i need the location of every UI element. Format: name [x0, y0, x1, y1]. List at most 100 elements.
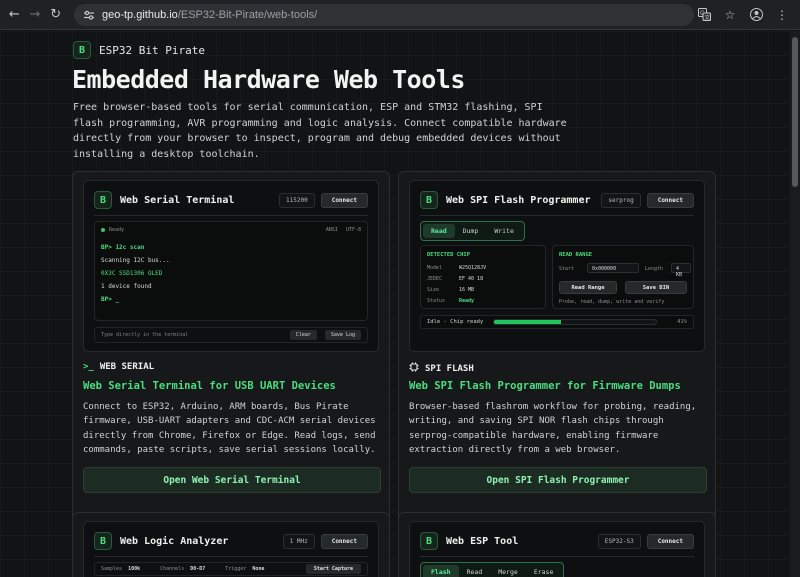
connect-button[interactable]: Connect	[646, 533, 694, 549]
translate-icon[interactable]: G文	[694, 5, 714, 25]
read-range-panel: READ RANGE Start 0x000000 Length 4 KB Re…	[552, 245, 694, 309]
tab-flash[interactable]: Flash	[423, 565, 459, 577]
save-bin-button[interactable]: Save BIN	[625, 281, 687, 294]
back-icon[interactable]: ←	[4, 4, 25, 26]
spi-preview: B Web SPI Flash Programmer serprog Conne…	[409, 180, 705, 352]
chip-size: Size 16 MB	[427, 287, 475, 293]
tab-write[interactable]: Write	[486, 224, 522, 238]
progress-row: Idle - Chip ready 41%	[420, 315, 694, 329]
samples-label: Samples	[101, 566, 123, 572]
browser-toolbar: ← → ↻ geo-tp.github.io/ESP32-Bit-Pirate/…	[0, 0, 800, 30]
brand-name: ESP32 Bit Pirate	[99, 43, 205, 57]
encoding-label: UTF-8	[345, 227, 361, 233]
programmer-badge: serprog	[601, 192, 641, 208]
card-spi-flash: B Web SPI Flash Programmer serprog Conne…	[398, 171, 716, 531]
trigger-label: Trigger	[225, 566, 247, 572]
start-address-input[interactable]: 0x000000	[587, 263, 639, 273]
chip-jedec: JEDEC EF 40 18	[427, 276, 484, 282]
length-input[interactable]: 4 KB	[671, 263, 691, 278]
terminal-icon: >_	[83, 362, 94, 372]
connect-button[interactable]: Connect	[646, 192, 694, 208]
ansi-label: ANSI	[325, 227, 338, 233]
card-title[interactable]: Web SPI Flash Programmer for Firmware Du…	[409, 380, 681, 392]
preview-logo: B	[420, 191, 438, 209]
terminal-line: BP> _	[101, 296, 120, 303]
page-content: B ESP32 Bit Pirate Embedded Hardware Web…	[0, 31, 790, 577]
preview-logo: B	[94, 532, 112, 550]
forward-icon[interactable]: →	[25, 4, 46, 26]
divider	[420, 556, 694, 557]
bookmark-star-icon[interactable]: ☆	[720, 5, 740, 25]
terminal-input[interactable]: Type directly in the terminal Clear Save…	[94, 327, 368, 343]
tab-dump[interactable]: Dump	[455, 224, 487, 238]
terminal-input-placeholder: Type directly in the terminal	[101, 332, 189, 338]
page-scrollbar[interactable]	[790, 31, 800, 577]
progress-bar	[493, 319, 658, 325]
scrollbar-thumb[interactable]	[792, 37, 798, 187]
connect-button[interactable]: Connect	[320, 192, 368, 208]
sample-rate-badge: 1 MHz	[282, 533, 315, 549]
url-host: geo-tp.github.io	[101, 8, 178, 21]
terminal-window: Ready ANSI UTF-8 BP> i2c scan Scanning I…	[94, 221, 368, 321]
esp-preview: B Web ESP Tool ESP32-S3 Connect Flash Re…	[409, 521, 705, 577]
category-text: SPI FLASH	[425, 363, 474, 374]
preview-title: Web Serial Terminal	[120, 194, 235, 206]
category-label: >_ WEB SERIAL	[83, 362, 154, 372]
save-log-button[interactable]: Save Log	[324, 330, 361, 340]
progress-percent: 41%	[677, 319, 687, 325]
menu-kebab-icon[interactable]: ⋮	[772, 5, 792, 25]
channels-value: D0-D7	[190, 566, 206, 572]
preview-title: Web ESP Tool	[446, 535, 519, 547]
progress-label: Idle - Chip ready	[427, 319, 484, 325]
preview-title: Web SPI Flash Programmer	[446, 194, 591, 206]
start-label: Start	[559, 266, 575, 272]
clear-button[interactable]: Clear	[289, 330, 317, 340]
preview-logo: B	[94, 191, 112, 209]
panel-heading: READ RANGE	[559, 252, 593, 258]
page-description: Free browser-based tools for serial comm…	[73, 102, 567, 160]
category-label: SPI FLASH	[409, 362, 474, 375]
start-capture-button[interactable]: Start Capture	[305, 564, 361, 574]
chip-icon	[409, 362, 419, 375]
divider	[94, 215, 368, 216]
tab-erase[interactable]: Erase	[526, 565, 562, 577]
length-label: Length	[645, 266, 664, 272]
card-description: Connect to ESP32, Arduino, ARM boards, B…	[83, 402, 376, 456]
detected-chip-panel: DETECTED CHIP Model W25Q128JV JEDEC EF 40 …	[420, 245, 546, 309]
card-title[interactable]: Web Serial Terminal for USB UART Devices	[83, 380, 336, 392]
panel-heading: DETECTED CHIP	[427, 252, 471, 258]
chip-status: Status Ready	[427, 298, 475, 304]
divider	[94, 556, 368, 557]
capture-settings: Samples 100k Channels D0-D7 Trigger None St…	[94, 562, 368, 576]
divider	[420, 215, 694, 216]
help-note: Probe, read, dump, write and verify	[559, 299, 665, 305]
svg-text:文: 文	[704, 14, 710, 22]
terminal-line: Scanning I2C bus...	[101, 257, 170, 264]
chip-model: Model W25Q128JV	[427, 265, 487, 271]
tab-merge[interactable]: Merge	[490, 565, 526, 577]
category-text: WEB SERIAL	[99, 362, 155, 372]
site-settings-icon[interactable]	[82, 8, 96, 22]
address-bar[interactable]: geo-tp.github.io/ESP32-Bit-Pirate/web-to…	[73, 3, 695, 26]
status-text: Ready	[109, 227, 125, 233]
tab-read[interactable]: Read	[423, 224, 455, 238]
terminal-line: 1 device found	[101, 283, 152, 290]
terminal-line: BP> i2c scan	[101, 244, 145, 251]
read-range-button[interactable]: Read Range	[559, 281, 617, 294]
logo: B	[73, 41, 91, 59]
brand[interactable]: B ESP32 Bit Pirate	[73, 41, 205, 59]
connect-button[interactable]: Connect	[320, 533, 368, 549]
profile-icon[interactable]	[746, 5, 766, 25]
open-spi-flash-programmer-button[interactable]: Open SPI Flash Programmer	[409, 467, 707, 493]
progress-fill	[494, 320, 561, 324]
mode-tabs: Read Dump Write	[420, 221, 525, 241]
card-esp-tool: B Web ESP Tool ESP32-S3 Connect Flash Re…	[398, 512, 716, 577]
serial-preview: B Web Serial Terminal 115200 Connect Rea…	[83, 180, 379, 352]
mode-tabs: Flash Read Merge Erase	[420, 562, 565, 577]
samples-value: 100k	[128, 566, 141, 572]
tab-read[interactable]: Read	[459, 565, 491, 577]
baud-badge: 115200	[279, 192, 315, 208]
chip-target-badge: ESP32-S3	[597, 533, 641, 549]
reload-icon[interactable]: ↻	[45, 4, 66, 26]
open-web-serial-terminal-button[interactable]: Open Web Serial Terminal	[83, 467, 381, 493]
